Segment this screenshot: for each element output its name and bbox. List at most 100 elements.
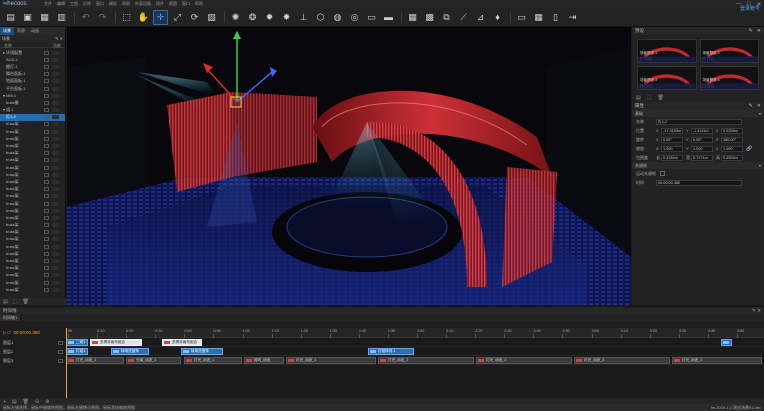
tree-item[interactable]: truss架 [0,150,65,157]
lock-toggle[interactable] [52,158,59,163]
rot-y-input[interactable]: 0.00° [691,136,713,143]
lock-toggle[interactable] [52,287,59,292]
tree-item[interactable]: 平台面板-1 [0,85,65,92]
grid-floor-icon[interactable]: ▦ [405,10,420,25]
timeline-clip[interactable]: 灯光_动态_1 [286,357,376,364]
tree-item[interactable]: ▾ 组-1 [0,107,65,114]
lock-toggle[interactable] [52,201,59,206]
tree-item[interactable]: truss架 [0,121,65,128]
panel-pin-icon[interactable]: ✎ ✕ [55,36,63,41]
lock-toggle[interactable] [52,86,59,91]
tree-item[interactable]: truss架 [0,186,65,193]
visibility-toggle[interactable] [44,100,49,105]
time-ruler[interactable]: 00 0:10 0:20 0:30 0:40 0:50 1:00 1:10 1:20 1:30 1:… [66,328,764,338]
tree-item[interactable]: truss架 [0,214,65,221]
pin-icon[interactable]: ✎ [749,103,753,109]
lock-toggle[interactable] [52,215,59,220]
save-project-icon[interactable]: ▦ [37,10,52,25]
group-keyframe[interactable]: 关键帧 ▾ [632,162,764,169]
camera-icon[interactable]: ◎ [347,10,362,25]
visibility-toggle[interactable] [44,287,49,292]
close-icon[interactable]: ✕ [757,308,761,313]
visibility-toggle[interactable] [44,280,49,285]
timeline-clip[interactable]: 灯光_动态_1 [66,357,124,364]
pin-icon[interactable]: ✎ [749,28,753,34]
scale-z-input[interactable]: 1.000 [721,145,743,152]
lock-toggle[interactable] [52,57,59,62]
timeline-tab[interactable]: 时间轴1 [0,314,22,321]
visibility-toggle[interactable] [44,86,49,91]
lock-toggle[interactable] [52,50,59,55]
timeline-clip[interactable]: 灯光_动态_1 [184,357,242,364]
rotate-icon[interactable]: ⟳ [187,10,202,25]
tree-item[interactable]: 地面面板-1 [0,78,65,85]
lock-toggle[interactable] [52,194,59,199]
light-stage-icon[interactable]: ⊥ [296,10,311,25]
visibility-toggle[interactable] [44,115,49,120]
tree-item[interactable]: 舞台面板-1 [0,71,65,78]
visibility-toggle[interactable] [44,201,49,206]
menu-item-8[interactable]: 插件 [156,1,164,7]
visibility-toggle[interactable] [44,93,49,98]
visibility-toggle[interactable] [44,136,49,141]
scale-icon[interactable]: ⤢ [170,10,185,25]
lock-toggle[interactable] [52,100,59,105]
tab-2[interactable]: 动画 [28,27,42,35]
lock-toggle[interactable] [52,266,59,271]
screen-icon[interactable]: ▭ [364,10,379,25]
visibility-toggle[interactable] [44,144,49,149]
tree-item[interactable]: truss架 [0,229,65,236]
light-laser-icon[interactable]: ✸ [279,10,294,25]
tree-item[interactable]: truss摄 [0,99,65,106]
lock-toggle[interactable] [52,115,59,120]
rot-z-input[interactable]: 180.00° [721,136,743,143]
menu-item-1[interactable]: 编辑 [57,1,65,7]
select-icon[interactable]: ⬚ [119,10,134,25]
export-icon[interactable]: ▥ [54,10,69,25]
visibility-toggle[interactable] [44,215,49,220]
tree-item[interactable]: truss架 [0,279,65,286]
anim-checkbox[interactable] [660,171,665,176]
menu-item-3[interactable]: 灯库 [83,1,91,7]
timeline-clip[interactable]: 频闪_动态 [244,357,284,364]
pos-y-input[interactable]: -1.4111m [691,127,713,134]
lock-toggle[interactable] [52,172,59,177]
track-label[interactable]: 图层3 [0,356,66,365]
visibility-toggle[interactable] [44,172,49,177]
visibility-toggle[interactable] [44,122,49,127]
group-icon[interactable]: ⬚ [13,299,18,305]
visibility-toggle[interactable] [44,244,49,249]
tree-item[interactable]: truss架 [0,128,65,135]
timeline-clip[interactable]: 灯光_动态_3 [672,357,762,364]
tree-item[interactable]: truss架 [0,286,65,293]
redo-icon[interactable]: ↷ [95,10,110,25]
exit-icon[interactable]: ⇥ [565,10,580,25]
visibility-toggle[interactable] [44,57,49,62]
3d-viewport[interactable] [67,27,631,305]
tree-item[interactable]: 灯1-2 [0,113,65,121]
tree-item[interactable]: truss架 [0,272,65,279]
add-icon[interactable]: ▤ [3,299,8,305]
lock-toggle[interactable] [52,187,59,192]
menu-item-5[interactable]: 模拟 [109,1,117,7]
measure-icon[interactable]: ⊿ [473,10,488,25]
tree-item[interactable]: truss架 [0,135,65,142]
track-mute-toggle[interactable] [58,358,63,363]
timeline-clip[interactable]: 多屏双画布组合 [90,339,142,346]
lock-toggle[interactable] [52,108,59,113]
lock-toggle[interactable] [52,179,59,184]
tree-item[interactable]: ACD-1 [0,56,65,63]
tree-item[interactable]: truss架 [0,171,65,178]
timeline-clip[interactable] [721,339,732,346]
prop-name-input[interactable]: 灯1-2 [656,118,742,125]
pos-z-input[interactable]: 0.0293m [721,127,743,134]
timeline-clip[interactable]: 二维1. [66,339,88,346]
visibility-toggle[interactable] [44,273,49,278]
lock-toggle[interactable] [52,79,59,84]
timeline-clip[interactable]: 光束_动态_1 [126,357,181,364]
visibility-toggle[interactable] [44,50,49,55]
visibility-toggle[interactable] [44,251,49,256]
stop-icon[interactable]: □ [8,330,11,335]
lock-toggle[interactable] [52,72,59,77]
visibility-toggle[interactable] [44,151,49,156]
